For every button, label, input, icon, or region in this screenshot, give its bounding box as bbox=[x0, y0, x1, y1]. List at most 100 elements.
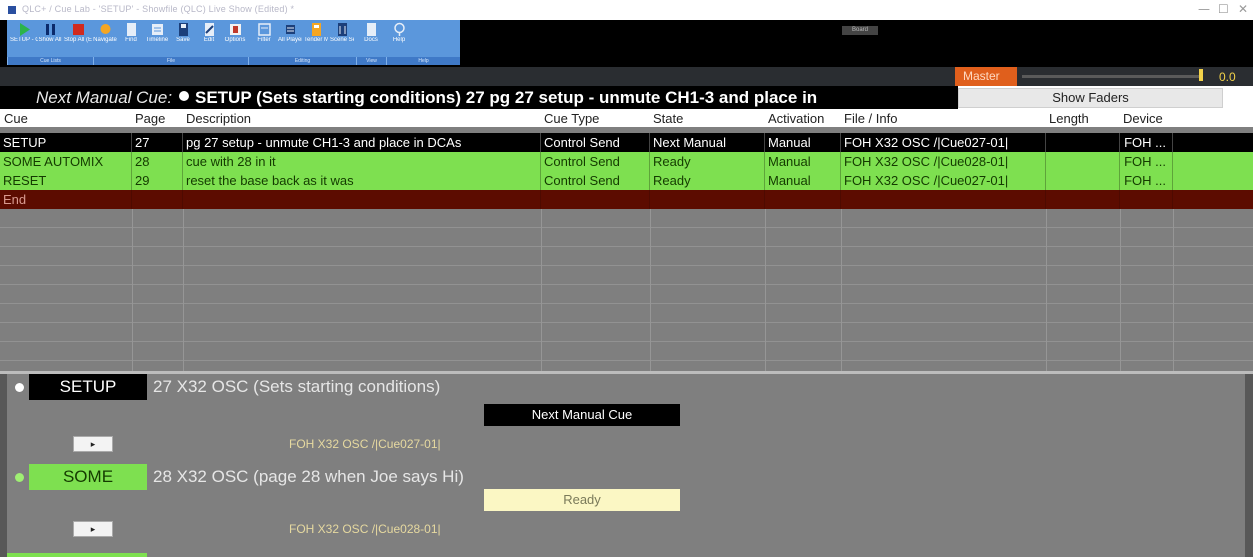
col-header-state[interactable]: State bbox=[653, 111, 683, 126]
options-icon bbox=[229, 24, 241, 35]
show-faders-button[interactable]: Show Faders bbox=[958, 88, 1223, 108]
col-header-page[interactable]: Page bbox=[135, 111, 165, 126]
ribbon-tools: SETUP - Go (Space) Show All Stop All (Es… bbox=[7, 20, 460, 65]
ribbon-group-label: Cue Lists bbox=[40, 58, 61, 64]
go-button[interactable]: SETUP - Go (Space) bbox=[10, 22, 38, 56]
cell-description bbox=[183, 190, 541, 209]
cell-cue-type bbox=[541, 190, 650, 209]
cue-detail-name: SOME bbox=[29, 464, 147, 490]
cell-description: pg 27 setup - unmute CH1-3 and place in … bbox=[183, 133, 541, 152]
close-button[interactable]: ✕ bbox=[1238, 2, 1248, 16]
cell-length bbox=[1046, 152, 1120, 171]
grid-line bbox=[1046, 209, 1047, 371]
grid-line bbox=[183, 209, 184, 371]
master-fader-knob[interactable] bbox=[1199, 69, 1203, 81]
grid-line bbox=[765, 209, 766, 371]
table-row[interactable]: RESET 29 reset the base back as it was C… bbox=[0, 171, 1253, 190]
cue-table: Cue Page Description Cue Type State Acti… bbox=[0, 109, 1253, 371]
navigate-label: Navigate bbox=[93, 37, 117, 43]
col-header-activation[interactable]: Activation bbox=[768, 111, 824, 126]
find-icon bbox=[126, 23, 136, 36]
settings-icon bbox=[337, 23, 347, 36]
edit-button[interactable]: Edit bbox=[197, 22, 221, 56]
cue-status-icon bbox=[15, 383, 24, 392]
table-row-end[interactable]: End bbox=[0, 190, 1253, 209]
cell-page: 27 bbox=[132, 133, 183, 152]
col-header-description[interactable]: Description bbox=[186, 111, 251, 126]
table-row[interactable]: SOME AUTOMIX 28 cue with 28 in it Contro… bbox=[0, 152, 1253, 171]
docs-button[interactable]: Docs bbox=[359, 22, 383, 56]
maximize-button[interactable]: ☐ bbox=[1218, 2, 1229, 16]
cell-cue: End bbox=[0, 190, 132, 209]
players-icon bbox=[285, 25, 295, 34]
save-label: Save bbox=[176, 37, 190, 43]
play-button[interactable]: ▸ bbox=[73, 436, 113, 452]
cell-state: Next Manual bbox=[650, 133, 765, 152]
col-header-cue-type[interactable]: Cue Type bbox=[544, 111, 599, 126]
timeline-label: Timeline bbox=[145, 37, 169, 43]
map-icon bbox=[311, 23, 321, 36]
master-fader-track[interactable] bbox=[1022, 75, 1202, 78]
minimize-button[interactable]: — bbox=[1198, 2, 1210, 16]
grid-line bbox=[650, 209, 651, 371]
title-bar: QLC+ / Cue Lab - 'SETUP' - Showfile (QLC… bbox=[0, 0, 1253, 20]
stop-icon bbox=[72, 24, 84, 35]
empty-row bbox=[0, 285, 1253, 304]
cell-activation bbox=[765, 190, 841, 209]
stop-all-label: Stop All (Esc) bbox=[64, 37, 92, 43]
scene-settings-button[interactable]: Scene Settings bbox=[330, 22, 354, 56]
options-label: Options bbox=[224, 37, 246, 43]
save-icon bbox=[178, 23, 188, 36]
cell-file-info bbox=[841, 190, 1046, 209]
play-button[interactable]: ▸ bbox=[73, 521, 113, 537]
col-header-device[interactable]: Device bbox=[1123, 111, 1163, 126]
cue-detail-some[interactable]: SOME 28 X32 OSC (page 28 when Joe says H… bbox=[7, 464, 1245, 554]
cue-detail-setup[interactable]: SETUP 27 X32 OSC (Sets starting conditio… bbox=[7, 374, 1245, 464]
col-header-file-info[interactable]: File / Info bbox=[844, 111, 897, 126]
ribbon-group-file: File bbox=[93, 57, 248, 65]
col-header-cue[interactable]: Cue bbox=[4, 111, 28, 126]
ribbon-group-help: Help bbox=[386, 57, 460, 65]
tender-map-button[interactable]: Tender Map bbox=[304, 22, 328, 56]
cell-state: Ready bbox=[650, 171, 765, 190]
cell-file-info: FOH X32 OSC /|Cue027-01| bbox=[841, 171, 1046, 190]
table-header: Cue Page Description Cue Type State Acti… bbox=[0, 109, 1253, 127]
timeline-button[interactable]: Timeline bbox=[145, 22, 169, 56]
empty-row bbox=[0, 247, 1253, 266]
empty-row bbox=[0, 342, 1253, 361]
cell-state: Ready bbox=[650, 152, 765, 171]
help-button[interactable]: Help bbox=[387, 22, 411, 56]
options-button[interactable]: Options bbox=[223, 22, 247, 56]
save-button[interactable]: Save bbox=[171, 22, 195, 56]
help-icon bbox=[393, 22, 405, 36]
ribbon-group-label: View bbox=[366, 58, 377, 64]
scene-settings-label: Scene Settings bbox=[330, 37, 354, 43]
table-row[interactable]: SETUP 27 pg 27 setup - unmute CH1-3 and … bbox=[0, 133, 1253, 152]
cell-page bbox=[132, 190, 183, 209]
ribbon-group-label: Help bbox=[418, 58, 429, 64]
filter-label: Filter bbox=[257, 37, 271, 43]
filter-button[interactable]: Filter bbox=[252, 22, 276, 56]
cell-spacer bbox=[1173, 152, 1253, 171]
empty-row bbox=[0, 228, 1253, 247]
next-manual-cue-text: SETUP (Sets starting conditions) 27 pg 2… bbox=[195, 88, 818, 107]
cell-spacer bbox=[1173, 133, 1253, 152]
master-label: Master bbox=[955, 67, 1017, 86]
cue-detail-file: FOH X32 OSC /|Cue027-01| bbox=[289, 437, 441, 451]
col-header-length[interactable]: Length bbox=[1049, 111, 1089, 126]
cell-description: cue with 28 in it bbox=[183, 152, 541, 171]
cue-detail-list: SETUP 27 X32 OSC (Sets starting conditio… bbox=[7, 374, 1245, 557]
grid-line bbox=[541, 209, 542, 371]
cell-description: reset the base back as it was bbox=[183, 171, 541, 190]
find-button[interactable]: Find bbox=[119, 22, 143, 56]
cell-file-info: FOH X32 OSC /|Cue028-01| bbox=[841, 152, 1046, 171]
cell-cue: SETUP bbox=[0, 133, 132, 152]
stop-all-button[interactable]: Stop All (Esc) bbox=[64, 22, 92, 56]
all-players-button[interactable]: All Players bbox=[278, 22, 302, 56]
all-players-label: All Players bbox=[278, 37, 302, 43]
navigate-button[interactable]: Navigate bbox=[93, 22, 117, 56]
cue-status-icon bbox=[179, 91, 189, 101]
go-label: SETUP - Go (Space) bbox=[10, 37, 38, 43]
cell-device: FOH ... bbox=[1120, 133, 1173, 152]
show-all-button[interactable]: Show All bbox=[37, 22, 63, 56]
